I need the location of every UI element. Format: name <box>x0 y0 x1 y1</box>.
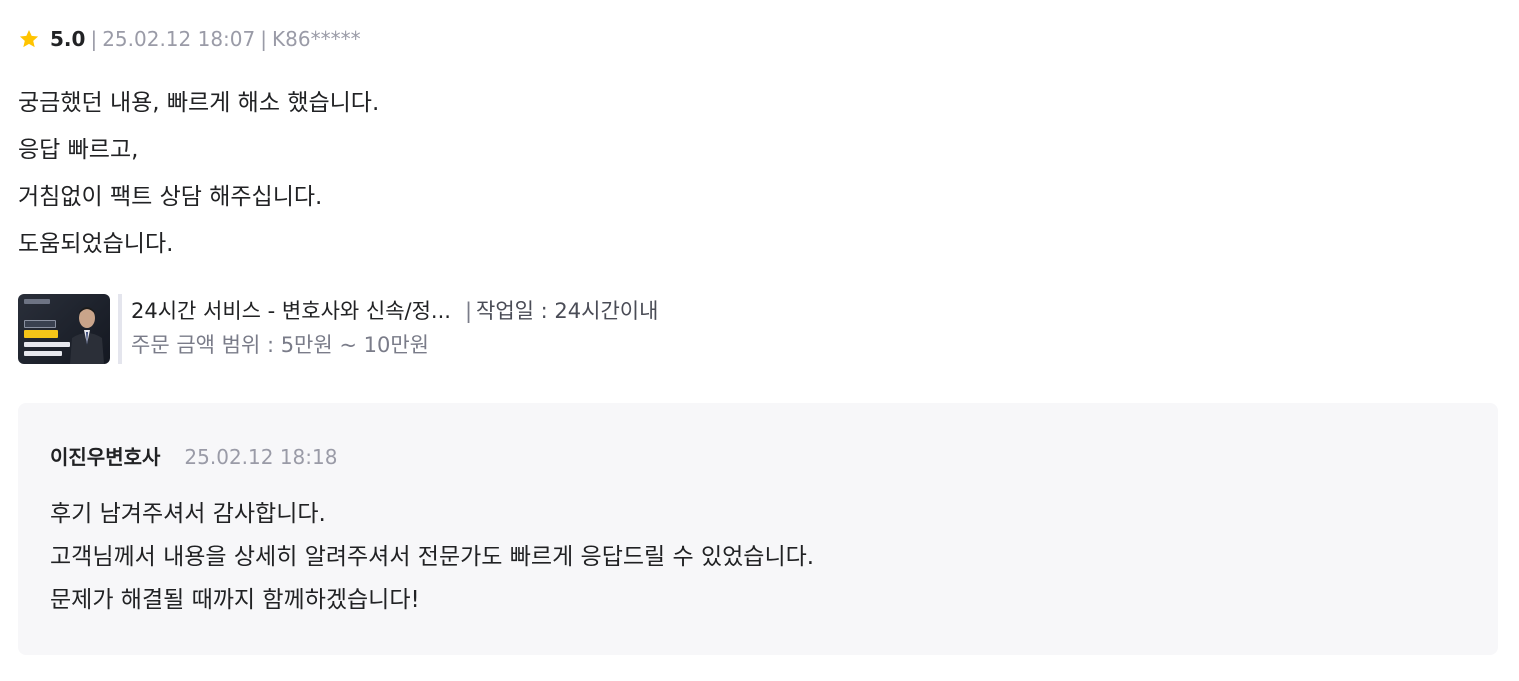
thumbnail-text-line <box>24 351 62 356</box>
service-separator: | <box>464 299 473 323</box>
thumbnail-tag <box>24 320 56 328</box>
review-meta: 5.0 | 25.02.12 18:07 | K86***** <box>18 24 1498 54</box>
reply-line: 후기 남겨주셔서 감사합니다. <box>50 501 326 527</box>
review-date: 25.02.12 18:07 <box>102 27 256 51</box>
reply-body: 후기 남겨주셔서 감사합니다. 고객님께서 내용을 상세히 알려주셔서 전문가도… <box>50 493 1466 622</box>
thumbnail-highlight <box>24 330 58 338</box>
service-price-range: 주문 금액 범위 : 5만원 ~ 10만원 <box>131 333 430 357</box>
meta-separator: | <box>260 27 267 51</box>
service-divider <box>118 294 122 364</box>
review-line: 응답 빠르고, <box>18 137 139 163</box>
service-work-period: 작업일 : 24시간이내 <box>476 299 659 323</box>
review-line: 거침없이 팩트 상담 해주십니다. <box>18 184 323 210</box>
star-icon <box>18 28 40 50</box>
service-title[interactable]: 24시간 서비스 - 변호사와 신속/정... <box>131 295 451 327</box>
reply-line: 문제가 해결될 때까지 함께하겠습니다! <box>50 587 420 613</box>
meta-separator: | <box>90 27 98 51</box>
thumbnail-text-line <box>24 342 70 347</box>
service-link[interactable]: 24시간 서비스 - 변호사와 신속/정... | 작업일 : 24시간이내 주… <box>18 294 1498 364</box>
review-line: 궁금했던 내용, 빠르게 해소 했습니다. <box>18 90 380 116</box>
service-thumbnail-image[interactable] <box>18 294 110 364</box>
review-body: 궁금했던 내용, 빠르게 해소 했습니다. 응답 빠르고, 거침없이 팩트 상담… <box>18 80 1498 268</box>
rating-score: 5.0 <box>50 27 86 51</box>
service-info: 24시간 서비스 - 변호사와 신속/정... | 작업일 : 24시간이내 주… <box>131 294 658 364</box>
reply-header: 이진우변호사 25.02.12 18:18 <box>50 441 1466 471</box>
thumbnail-brand-mark <box>24 299 50 304</box>
lawyer-portrait-icon <box>70 307 104 364</box>
review-card: 5.0 | 25.02.12 18:07 | K86***** 궁금했던 내용,… <box>18 24 1498 364</box>
reviewer-id: K86***** <box>272 27 361 51</box>
reply-line: 고객님께서 내용을 상세히 알려주셔서 전문가도 빠르게 응답드릴 수 있었습니… <box>50 544 815 570</box>
reply-date: 25.02.12 18:18 <box>184 445 338 469</box>
expert-reply: 이진우변호사 25.02.12 18:18 후기 남겨주셔서 감사합니다. 고객… <box>18 403 1498 655</box>
review-line: 도움되었습니다. <box>18 231 174 257</box>
reply-author: 이진우변호사 <box>50 445 161 469</box>
